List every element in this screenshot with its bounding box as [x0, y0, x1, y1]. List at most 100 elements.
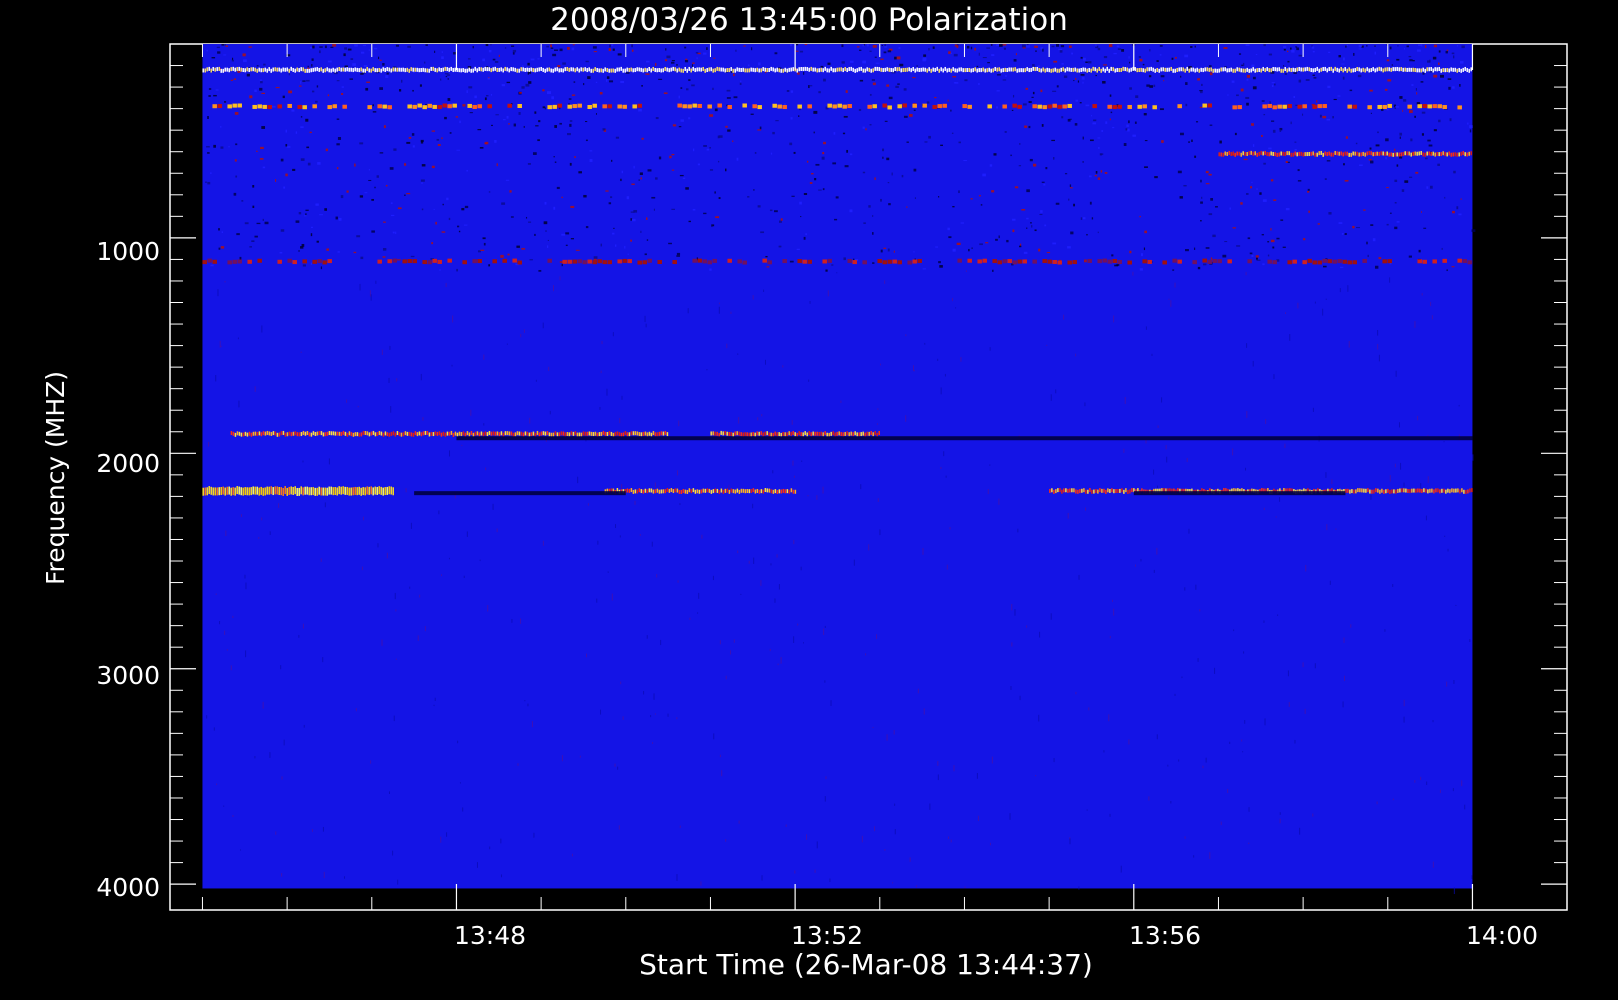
noise-speck	[1098, 147, 1100, 149]
emission-band	[814, 431, 816, 436]
noise-speck	[813, 110, 818, 114]
noise-speck	[1055, 389, 1057, 394]
emission-band	[260, 432, 263, 437]
noise-speck	[713, 733, 715, 740]
noise-speck	[688, 220, 691, 223]
emission-band	[1082, 67, 1084, 72]
emission-band	[1320, 67, 1322, 72]
noise-speck	[462, 104, 466, 107]
emission-band	[782, 105, 787, 110]
noise-speck	[1210, 257, 1213, 260]
noise-speck	[627, 253, 629, 255]
noise-speck	[1377, 329, 1379, 336]
noise-speck	[421, 182, 424, 184]
noise-speck	[1227, 94, 1229, 96]
emission-band	[1406, 151, 1408, 156]
noise-speck	[909, 857, 911, 862]
emission-band	[1367, 105, 1372, 110]
emission-band	[726, 68, 728, 73]
emission-band	[588, 67, 590, 72]
noise-speck	[706, 368, 708, 371]
emission-band	[966, 68, 968, 73]
emission-band	[796, 68, 798, 73]
emission-band	[462, 431, 465, 436]
noise-speck	[955, 307, 957, 309]
noise-speck	[680, 87, 683, 89]
noise-speck	[1199, 609, 1201, 612]
emission-band	[1280, 68, 1282, 73]
noise-speck	[1194, 45, 1196, 48]
emission-band	[714, 431, 716, 436]
noise-speck	[1339, 266, 1344, 269]
noise-speck	[1013, 59, 1017, 62]
emission-band	[818, 68, 820, 73]
noise-speck	[365, 87, 369, 91]
noise-speck	[844, 165, 849, 168]
noise-speck	[524, 700, 526, 702]
noise-speck	[1312, 407, 1314, 412]
emission-band	[250, 67, 252, 72]
noise-speck	[795, 44, 799, 46]
emission-band	[608, 431, 611, 436]
emission-band	[420, 432, 423, 437]
noise-speck	[861, 835, 863, 843]
noise-speck	[583, 194, 587, 198]
emission-band	[1375, 488, 1377, 493]
emission-band	[1049, 488, 1051, 493]
noise-speck	[1015, 53, 1017, 56]
noise-speck	[862, 44, 865, 47]
emission-band	[1092, 104, 1097, 109]
noise-speck	[953, 53, 958, 57]
noise-speck	[824, 625, 826, 628]
emission-band	[912, 67, 914, 72]
emission-band	[766, 68, 768, 73]
emission-band	[1290, 152, 1292, 157]
noise-speck	[383, 221, 386, 223]
noise-speck	[1067, 512, 1069, 519]
noise-speck	[406, 193, 411, 195]
emission-band	[946, 68, 948, 73]
emission-band	[597, 259, 602, 264]
emission-band	[720, 430, 722, 435]
emission-band	[492, 259, 497, 264]
emission-band	[1176, 67, 1178, 72]
noise-speck	[782, 365, 784, 368]
noise-speck	[285, 173, 288, 177]
emission-band	[1078, 68, 1080, 73]
emission-band	[1304, 152, 1306, 157]
emission-band	[824, 431, 826, 436]
emission-band	[1409, 489, 1411, 494]
noise-speck	[897, 83, 900, 85]
noise-speck	[224, 44, 226, 46]
emission-band	[350, 67, 352, 72]
emission-band	[342, 104, 347, 109]
noise-speck	[538, 269, 542, 272]
emission-band	[834, 432, 836, 437]
noise-speck	[1208, 173, 1212, 176]
noise-speck	[625, 72, 630, 74]
emission-band	[640, 67, 642, 72]
noise-speck	[1170, 300, 1172, 307]
emission-band	[602, 104, 607, 109]
emission-band	[607, 260, 612, 265]
noise-speck	[760, 231, 765, 234]
emission-band	[842, 68, 844, 73]
emission-band	[584, 67, 586, 72]
emission-band	[756, 431, 758, 436]
emission-band	[268, 67, 270, 72]
noise-speck	[469, 112, 473, 114]
emission-band	[917, 258, 922, 263]
noise-speck	[884, 280, 886, 284]
noise-speck	[1384, 88, 1388, 91]
noise-speck	[801, 460, 803, 462]
noise-speck	[245, 650, 247, 658]
emission-band	[696, 67, 698, 72]
noise-speck	[1248, 842, 1250, 845]
emission-band	[512, 67, 514, 72]
emission-band	[352, 68, 354, 73]
x-axis-label: Start Time (26-Mar-08 13:44:37)	[639, 948, 1093, 981]
noise-speck	[647, 169, 652, 172]
noise-speck	[903, 115, 908, 118]
emission-band	[1418, 68, 1420, 73]
emission-band	[628, 488, 631, 493]
